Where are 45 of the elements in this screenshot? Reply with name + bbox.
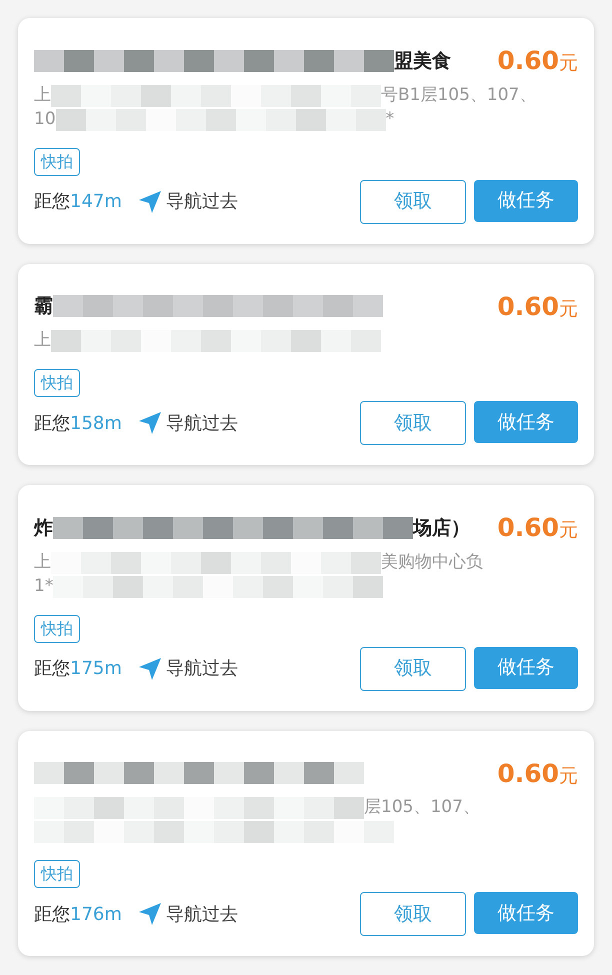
- task-type-tag: 快拍: [34, 860, 80, 888]
- claim-button[interactable]: 领取: [360, 892, 466, 936]
- store-name: 盟美食: [394, 48, 451, 74]
- store-address: 美购物中心负: [381, 550, 483, 574]
- store-name: 霸: [34, 294, 53, 319]
- task-type-tag: 快拍: [34, 614, 80, 642]
- store-address: 1*: [34, 574, 54, 598]
- navigate-link[interactable]: 导航过去: [166, 410, 238, 436]
- claim-button[interactable]: 领取: [360, 401, 466, 445]
- distance-text: 距您175m: [34, 657, 122, 681]
- task-type-tag: 快拍: [34, 148, 80, 176]
- do-task-button[interactable]: 做任务: [474, 892, 578, 934]
- store-address: 上: [34, 84, 51, 107]
- reward-unit: 元: [559, 296, 578, 322]
- store-address: 10: [34, 108, 56, 131]
- reward-amount: 0.60: [497, 45, 559, 77]
- do-task-button[interactable]: 做任务: [474, 646, 578, 688]
- distance-text: 距您158m: [34, 412, 122, 436]
- store-address: 上: [34, 550, 51, 574]
- store-address: *: [386, 108, 394, 131]
- claim-button[interactable]: 领取: [360, 646, 466, 690]
- reward-unit: 元: [559, 764, 578, 788]
- reward-unit: 元: [559, 518, 578, 543]
- distance-text: 距您147m: [34, 190, 122, 214]
- navigation-arrow-icon: [138, 656, 162, 680]
- distance-text: 距您176m: [34, 902, 122, 926]
- navigate-link[interactable]: 导航过去: [166, 655, 238, 682]
- reward-amount: 0.60: [497, 290, 559, 322]
- navigation-arrow-icon: [138, 190, 162, 214]
- claim-button[interactable]: 领取: [360, 180, 466, 224]
- do-task-button[interactable]: 做任务: [474, 180, 578, 222]
- navigate-link[interactable]: 导航过去: [166, 188, 238, 215]
- store-name: 炸: [34, 516, 53, 540]
- reward-unit: 元: [559, 51, 578, 76]
- store-address: 号B1层105、107、: [381, 84, 536, 107]
- reward-amount: 0.60: [497, 512, 559, 544]
- store-address: 上: [34, 329, 51, 352]
- do-task-button[interactable]: 做任务: [474, 401, 578, 443]
- store-address: 层105、107、: [364, 796, 480, 820]
- task-type-tag: 快拍: [34, 369, 80, 397]
- navigate-link[interactable]: 导航过去: [166, 900, 238, 928]
- navigation-arrow-icon: [138, 902, 162, 926]
- reward-amount: 0.60: [497, 758, 559, 790]
- store-name: 场店）: [413, 516, 470, 540]
- navigation-arrow-icon: [138, 411, 162, 435]
